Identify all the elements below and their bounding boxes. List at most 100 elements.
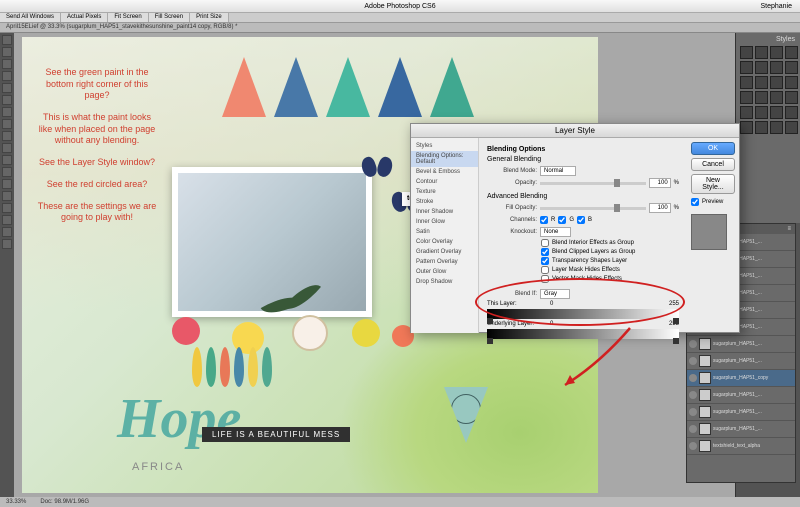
zoom-level[interactable]: 33.33% [6,499,26,505]
layer-row[interactable]: textshield_text_alpha [687,438,795,455]
channel-r-checkbox[interactable] [540,216,548,224]
layer-row[interactable]: sugarplum_HAP51_... [687,336,795,353]
blend-mode-select[interactable]: Normal [540,166,576,176]
style-list-item[interactable]: Gradient Overlay [411,247,478,257]
visibility-icon[interactable] [689,425,697,433]
opt-actual-pixels[interactable]: Actual Pixels [61,13,108,22]
dodge-tool-icon[interactable] [2,167,12,177]
layer-thumb[interactable] [699,338,711,350]
style-list-item[interactable]: Contour [411,177,478,187]
opacity-value[interactable]: 100 [649,178,671,188]
styles-panel-header[interactable]: Styles [738,35,798,44]
gradient-tool-icon[interactable] [2,143,12,153]
style-swatch[interactable] [740,121,753,134]
style-swatch[interactable] [740,46,753,59]
style-swatch[interactable] [785,46,798,59]
type-tool-icon[interactable] [2,191,12,201]
style-swatch[interactable] [785,61,798,74]
style-swatch[interactable] [785,76,798,89]
style-list-item[interactable]: Satin [411,227,478,237]
ok-button[interactable]: OK [691,142,735,155]
style-list-item[interactable]: Drop Shadow [411,277,478,287]
style-list-item[interactable]: Texture [411,187,478,197]
layer-row[interactable]: sugarplum_HAP51_copy [687,370,795,387]
blend-clipped-checkbox[interactable] [541,248,549,256]
layer-thumb[interactable] [699,389,711,401]
style-swatch[interactable] [755,121,768,134]
preview-checkbox[interactable] [691,198,699,206]
style-swatch[interactable] [770,46,783,59]
style-list-item[interactable]: Outer Glow [411,267,478,277]
style-swatch[interactable] [770,91,783,104]
style-list-item[interactable]: Pattern Overlay [411,257,478,267]
shape-tool-icon[interactable] [2,215,12,225]
stamp-tool-icon[interactable] [2,119,12,129]
zoom-tool-icon[interactable] [2,239,12,249]
lasso-tool-icon[interactable] [2,59,12,69]
opt-fill-screen[interactable]: Fill Screen [149,13,190,22]
style-swatch[interactable] [785,91,798,104]
layer-thumb[interactable] [699,423,711,435]
wand-tool-icon[interactable] [2,71,12,81]
style-swatch[interactable] [740,91,753,104]
layer-style-dialog[interactable]: Layer Style StylesBlending Options: Defa… [410,123,740,333]
vector-mask-hides-checkbox[interactable] [541,275,549,283]
style-swatch[interactable] [770,61,783,74]
fill-opacity-slider[interactable] [540,207,646,210]
layer-thumb[interactable] [699,440,711,452]
layer-row[interactable]: sugarplum_HAP51_... [687,404,795,421]
cancel-button[interactable]: Cancel [691,158,735,171]
this-layer-gradient[interactable] [487,309,679,319]
layer-thumb[interactable] [699,406,711,418]
style-list-item[interactable]: Inner Shadow [411,207,478,217]
path-tool-icon[interactable] [2,203,12,213]
layer-thumb[interactable] [699,355,711,367]
move-tool-icon[interactable] [2,35,12,45]
style-swatch[interactable] [755,106,768,119]
style-list-item[interactable]: Styles [411,141,478,151]
layer-row[interactable]: sugarplum_HAP51_... [687,353,795,370]
visibility-icon[interactable] [689,442,697,450]
style-swatch[interactable] [755,76,768,89]
style-swatch[interactable] [740,61,753,74]
knockout-select[interactable]: None [540,227,571,237]
blur-tool-icon[interactable] [2,155,12,165]
style-swatch[interactable] [740,76,753,89]
brush-tool-icon[interactable] [2,107,12,117]
layer-row[interactable]: sugarplum_HAP51_... [687,387,795,404]
pen-tool-icon[interactable] [2,179,12,189]
visibility-icon[interactable] [689,391,697,399]
visibility-icon[interactable] [689,408,697,416]
style-swatch[interactable] [755,61,768,74]
style-swatch[interactable] [755,46,768,59]
style-list-item[interactable]: Stroke [411,197,478,207]
style-list-item[interactable]: Bevel & Emboss [411,167,478,177]
new-style-button[interactable]: New Style... [691,174,735,194]
layer-mask-hides-checkbox[interactable] [541,266,549,274]
style-swatch[interactable] [785,106,798,119]
opt-print-size[interactable]: Print Size [190,13,229,22]
visibility-icon[interactable] [689,357,697,365]
marquee-tool-icon[interactable] [2,47,12,57]
crop-tool-icon[interactable] [2,83,12,93]
document-tab[interactable]: April15ELief @ 33.3% (sugarplum_HAP51_st… [0,23,800,33]
style-swatch[interactable] [770,121,783,134]
style-swatch[interactable] [740,106,753,119]
opt-fit-screen[interactable]: Fit Screen [108,13,148,22]
hand-tool-icon[interactable] [2,227,12,237]
eyedropper-tool-icon[interactable] [2,95,12,105]
blend-if-select[interactable]: Gray [540,289,570,299]
panel-menu-icon[interactable]: ≡ [787,226,791,232]
visibility-icon[interactable] [689,340,697,348]
opt-send-all[interactable]: Send All Windows [0,13,61,22]
style-list-item[interactable]: Color Overlay [411,237,478,247]
layer-thumb[interactable] [699,372,711,384]
style-swatch[interactable] [770,106,783,119]
visibility-icon[interactable] [689,374,697,382]
opacity-slider[interactable] [540,182,646,185]
layer-row[interactable]: sugarplum_HAP51_... [687,421,795,438]
style-list-item[interactable]: Inner Glow [411,217,478,227]
eraser-tool-icon[interactable] [2,131,12,141]
style-swatch[interactable] [785,121,798,134]
fill-opacity-value[interactable]: 100 [649,203,671,213]
